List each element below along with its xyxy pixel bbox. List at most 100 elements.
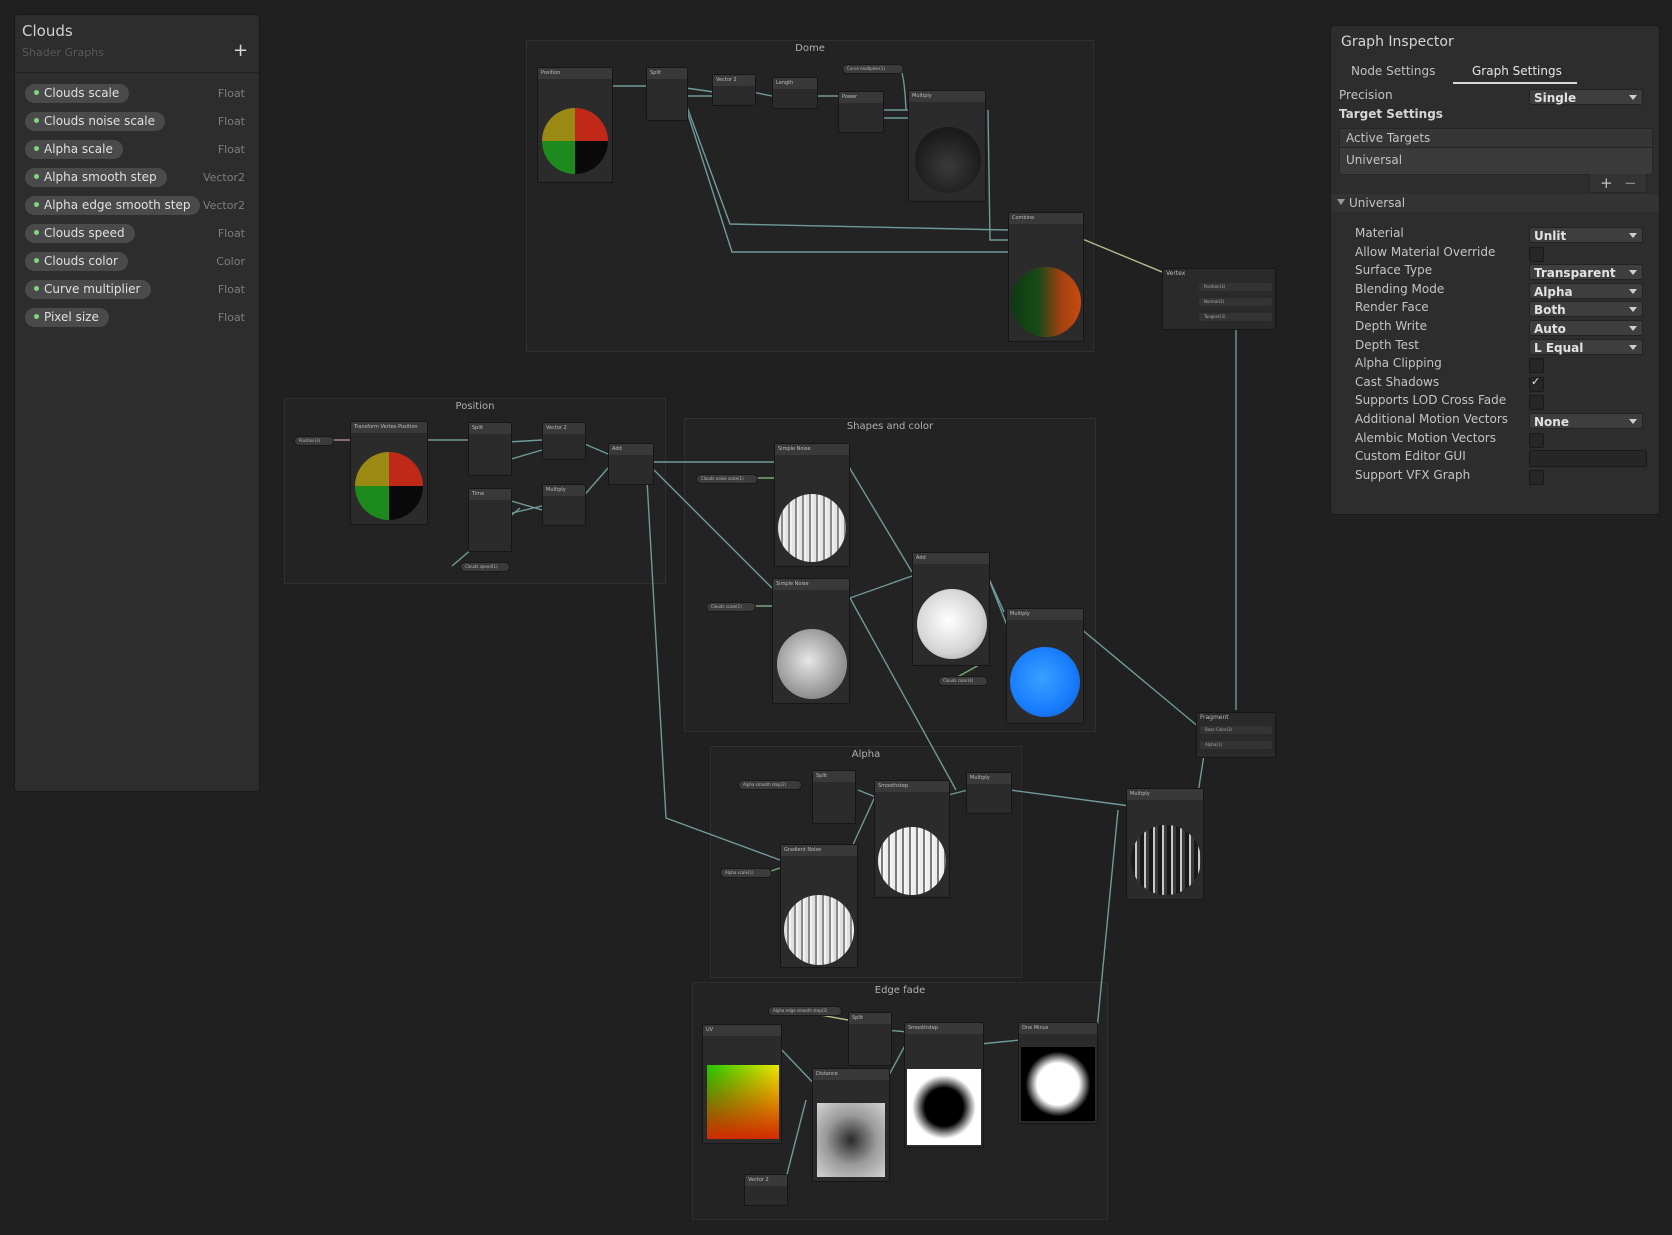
curve-multiplier-chip[interactable]: Curve multiplier(1) [842,64,904,74]
setting-checkbox[interactable] [1529,358,1544,374]
setting-checkbox[interactable] [1529,469,1544,485]
vector2-node[interactable]: Vector 2 [542,422,586,460]
gradient-noise-node[interactable]: Gradient Noise [780,844,858,968]
add-node[interactable]: Add [912,552,990,666]
fragment-slot-base-color[interactable]: Base Color(3) [1200,726,1272,734]
setting-checkbox[interactable] [1529,246,1544,262]
property-row[interactable]: Alpha scale Float [15,136,259,164]
active-target-item[interactable]: Universal [1339,147,1653,175]
property-row[interactable]: Clouds noise scale Float [15,108,259,136]
property-pill[interactable]: Curve multiplier [25,280,151,299]
vertex-context[interactable]: Vertex Position(3) Normal(3) Tangent(3) [1162,268,1276,330]
distance-node[interactable]: Distance [812,1068,890,1182]
split-node[interactable]: Split [848,1012,892,1066]
property-row[interactable]: Alpha edge smooth step Vector2 [15,192,259,220]
multiply-node[interactable]: Multiply [1006,608,1084,724]
dropdown-value: Auto [1534,322,1566,336]
setting-dropdown[interactable]: Unlit [1529,227,1643,243]
vertex-slot-normal[interactable]: Normal(3) [1199,298,1272,306]
clouds-noise-scale-chip[interactable]: Clouds noise scale(1) [696,474,758,484]
blackboard-panel[interactable]: Clouds Shader Graphs + Clouds scale Float… [14,14,260,792]
vertex-slot-tangent[interactable]: Tangent(3) [1199,313,1272,321]
property-row[interactable]: Alpha smooth step Vector2 [15,164,259,192]
property-pill[interactable]: Alpha scale [25,140,123,159]
setting-dropdown[interactable]: None [1529,413,1643,429]
setting-checkbox[interactable] [1529,395,1544,411]
simple-noise-node[interactable]: Simple Noise [774,443,850,567]
property-row[interactable]: Curve multiplier Float [15,276,259,304]
property-row[interactable]: Pixel size Float [15,304,259,332]
property-pill[interactable]: Clouds speed [25,224,135,243]
property-pill[interactable]: Alpha edge smooth step [25,196,201,215]
property-row[interactable]: Clouds scale Float [15,80,259,108]
setting-dropdown[interactable]: Alpha [1529,282,1643,299]
position-node[interactable]: Position [537,67,613,183]
precision-dropdown[interactable]: Single [1529,89,1643,105]
add-target-button[interactable]: + [1600,174,1613,192]
multiply-node[interactable]: Multiply [966,772,1012,814]
node-preview [917,589,987,659]
property-row[interactable]: Clouds speed Float [15,220,259,248]
property-pill[interactable]: Clouds noise scale [25,112,165,131]
time-node[interactable]: Time [468,488,512,552]
length-node[interactable]: Length [772,77,818,109]
property-pill[interactable]: Clouds scale [25,84,130,103]
setting-checkbox[interactable] [1529,432,1544,448]
graph-inspector-panel[interactable]: Graph Inspector Node Settings Graph Sett… [1330,25,1660,515]
setting-checkbox-checked[interactable] [1529,375,1544,392]
setting-label: Blending Mode [1355,281,1445,296]
split-node[interactable]: Split [468,422,512,476]
vector2-node[interactable]: Vector 2 [712,74,756,106]
node-header: Multiply [909,91,985,102]
fragment-context[interactable]: Fragment Base Color(3) Alpha(1) [1196,712,1276,758]
uv-node[interactable]: UV [702,1024,782,1144]
multiply-node[interactable]: Multiply [908,90,986,202]
multiply-node[interactable]: Multiply [542,484,586,526]
property-pill[interactable]: Alpha smooth step [25,168,167,187]
property-row[interactable]: Clouds color Color [15,248,259,276]
smoothstep-node[interactable]: Smoothstep [874,780,950,898]
clouds-color-chip[interactable]: Clouds color(4) [938,676,988,686]
power-node[interactable]: Power [838,91,884,133]
transform-node[interactable]: Transform Vertex Position [350,421,428,525]
vector2-node[interactable]: Vector 2 [744,1174,788,1206]
setting-label: Alpha Clipping [1355,356,1442,371]
one-minus-node[interactable]: One Minus [1018,1022,1098,1124]
alpha-scale-chip[interactable]: Alpha scale(1) [720,868,772,878]
property-pill[interactable]: Pixel size [25,308,109,327]
context-title: Fragment [1200,714,1229,721]
property-type: Float [217,283,245,296]
position-chip[interactable]: Position(3) [294,436,334,446]
tab-graph-settings[interactable]: Graph Settings [1472,64,1562,78]
alpha-edge-smooth-step-chip[interactable]: Alpha edge smooth step(2) [768,1006,842,1016]
add-property-button[interactable]: + [233,40,248,61]
universal-section-header[interactable]: Universal [1331,194,1659,212]
remove-target-button[interactable]: − [1624,174,1637,192]
property-type: Float [217,87,245,100]
node-header: Multiply [967,773,1011,784]
combine-node[interactable]: Combine [1008,212,1084,342]
alpha-smooth-step-chip[interactable]: Alpha smooth step(2) [738,780,802,790]
tab-node-settings[interactable]: Node Settings [1351,64,1435,78]
multiply-node[interactable]: Multiply [1126,788,1204,900]
property-pill[interactable]: Clouds color [25,252,128,271]
setting-dropdown[interactable]: Transparent [1529,264,1643,281]
clouds-scale-chip[interactable]: Clouds scale(1) [706,602,756,612]
split-node[interactable]: Split [646,67,688,121]
setting-text-field[interactable] [1529,450,1647,468]
smoothstep-node[interactable]: Smoothstep [904,1022,984,1148]
fragment-slot-alpha[interactable]: Alpha(1) [1200,741,1272,749]
simple-noise-node[interactable]: Simple Noise [772,578,850,704]
split-node[interactable]: Split [812,770,856,824]
setting-dropdown[interactable]: Both [1529,301,1643,318]
clouds-speed-chip[interactable]: Clouds speed(1) [460,562,510,572]
property-dot-icon [34,230,39,235]
property-name: Curve multiplier [44,282,141,296]
setting-dropdown[interactable]: L Equal [1529,338,1643,355]
node-header: Split [647,68,687,79]
vertex-slot-position[interactable]: Position(3) [1199,283,1272,291]
node-preview [878,827,946,895]
setting-dropdown[interactable]: Auto [1529,320,1643,336]
node-header: Vector 2 [745,1175,787,1186]
add-node[interactable]: Add [608,443,654,485]
